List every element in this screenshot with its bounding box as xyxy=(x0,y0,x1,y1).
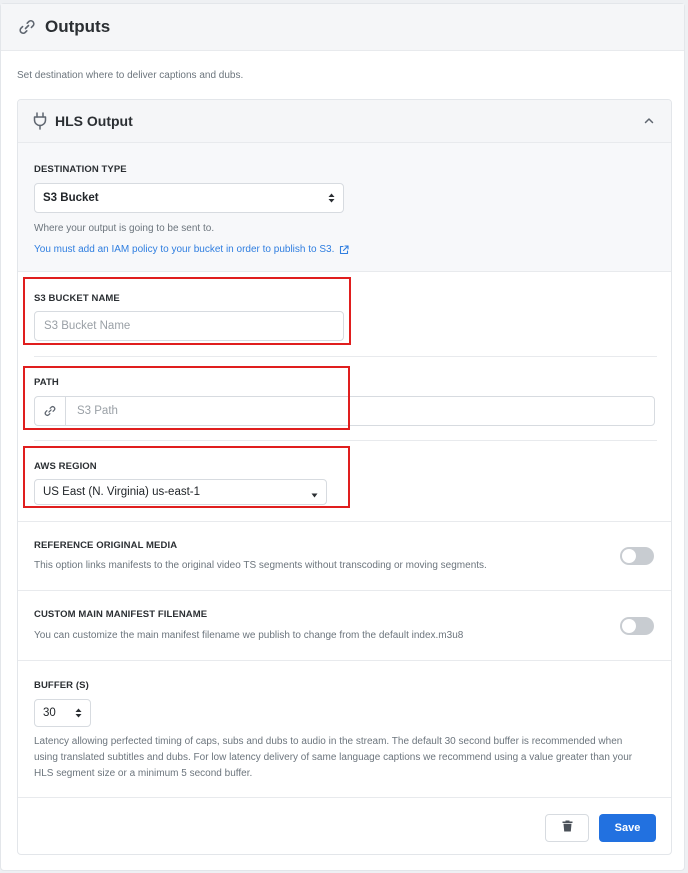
updown-icon xyxy=(328,193,335,203)
bucket-name-input[interactable]: S3 Bucket Name xyxy=(34,311,344,341)
buffer-label: BUFFER (S) xyxy=(34,680,89,691)
toggle-knob xyxy=(622,549,636,563)
iam-policy-link-text: You must add an IAM policy to your bucke… xyxy=(34,244,335,255)
destination-type-select[interactable]: S3 Bucket xyxy=(34,183,344,213)
divider xyxy=(18,521,671,522)
destination-section: DESTINATION TYPE S3 Bucket Where your ou… xyxy=(18,143,671,272)
caret-down-icon xyxy=(311,489,318,498)
save-button[interactable]: Save xyxy=(599,814,656,842)
reference-media-help: This option links manifests to the origi… xyxy=(34,560,487,571)
reference-media-toggle[interactable] xyxy=(620,547,654,565)
path-input[interactable]: S3 Path xyxy=(34,396,655,426)
destination-help: Where your output is going to be sent to… xyxy=(34,223,215,234)
bucket-name-placeholder: S3 Bucket Name xyxy=(44,320,131,332)
divider xyxy=(18,660,671,661)
link-icon xyxy=(35,397,66,425)
buffer-value: 30 xyxy=(43,707,56,719)
buffer-select[interactable]: 30 xyxy=(34,699,91,727)
outputs-card: Outputs Set destination where to deliver… xyxy=(0,3,685,871)
path-label: PATH xyxy=(34,377,59,388)
card-header: Outputs xyxy=(1,4,684,51)
divider xyxy=(18,797,671,798)
page-description: Set destination where to deliver caption… xyxy=(17,70,244,81)
custom-manifest-toggle[interactable] xyxy=(620,617,654,635)
chevron-up-icon[interactable] xyxy=(643,114,655,126)
plug-icon xyxy=(33,112,49,130)
hls-output-panel: HLS Output DESTINATION TYPE S3 Bucket Wh… xyxy=(17,99,672,855)
trash-icon xyxy=(562,819,573,837)
buffer-help: Latency allowing perfected timing of cap… xyxy=(34,736,633,779)
link-icon xyxy=(17,17,37,37)
panel-header[interactable]: HLS Output xyxy=(18,100,671,143)
path-placeholder: S3 Path xyxy=(77,405,118,417)
iam-policy-link[interactable]: You must add an IAM policy to your bucke… xyxy=(34,244,349,255)
page-title: Outputs xyxy=(45,17,111,36)
divider xyxy=(34,356,657,357)
custom-manifest-label: CUSTOM MAIN MANIFEST FILENAME xyxy=(34,609,208,620)
panel-title: HLS Output xyxy=(55,113,133,129)
external-link-icon xyxy=(339,244,349,255)
divider xyxy=(34,440,657,441)
destination-type-label: DESTINATION TYPE xyxy=(34,164,127,175)
bucket-name-label: S3 BUCKET NAME xyxy=(34,293,120,304)
destination-type-value: S3 Bucket xyxy=(43,192,99,204)
toggle-knob xyxy=(622,619,636,633)
updown-icon xyxy=(75,708,82,718)
divider xyxy=(18,590,671,591)
delete-button[interactable] xyxy=(545,814,589,842)
aws-region-value: US East (N. Virginia) us-east-1 xyxy=(43,486,201,498)
custom-manifest-help: You can customize the main manifest file… xyxy=(34,630,464,641)
aws-region-label: AWS REGION xyxy=(34,461,97,472)
reference-media-label: REFERENCE ORIGINAL MEDIA xyxy=(34,540,178,551)
aws-region-select[interactable]: US East (N. Virginia) us-east-1 xyxy=(34,479,327,505)
